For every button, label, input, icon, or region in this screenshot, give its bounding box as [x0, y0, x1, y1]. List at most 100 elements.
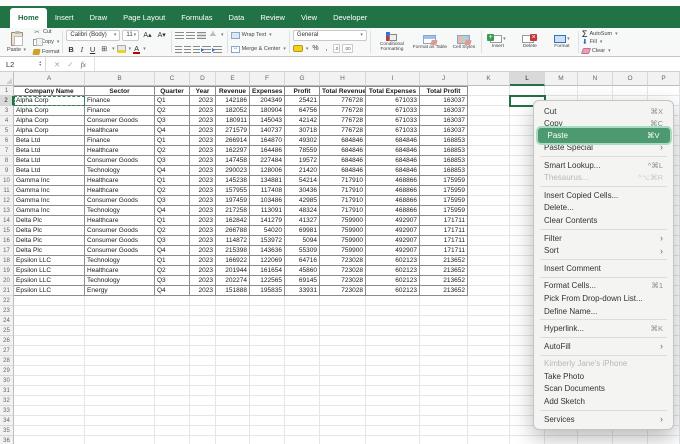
cell-C1[interactable]: Quarter [155, 86, 190, 96]
cell-J4[interactable]: 163037 [420, 116, 468, 126]
menu-item-format-cells[interactable]: Format Cells...⌘1 [534, 280, 673, 293]
cell-C6[interactable]: Q1 [155, 136, 190, 146]
cell-I23[interactable] [366, 306, 420, 316]
confirm-entry-icon[interactable]: ✓ [67, 60, 73, 69]
cell-H6[interactable]: 684846 [320, 136, 366, 146]
cell-F17[interactable]: 143636 [250, 246, 285, 256]
cell-N36[interactable] [578, 436, 613, 444]
cell-F35[interactable] [250, 426, 285, 436]
cell-F3[interactable]: 180904 [250, 106, 285, 116]
cell-I3[interactable]: 671033 [366, 106, 420, 116]
cell-K33[interactable] [468, 406, 510, 416]
cell-B16[interactable]: Consumer Goods [85, 236, 155, 246]
cell-D22[interactable] [190, 296, 216, 306]
cell-I14[interactable]: 492907 [366, 216, 420, 226]
menu-item-smart-lookup[interactable]: Smart Lookup...^⌘L [534, 159, 673, 172]
cell-H12[interactable]: 717910 [320, 196, 366, 206]
cell-A14[interactable]: Delta Plc [14, 216, 85, 226]
cell-A21[interactable]: Epsilon LLC [14, 286, 85, 296]
cell-G25[interactable] [285, 326, 320, 336]
tab-view[interactable]: View [293, 8, 325, 28]
cell-A13[interactable]: Gamma Inc [14, 206, 85, 216]
cell-K16[interactable] [468, 236, 510, 246]
increase-indent-button[interactable] [213, 46, 222, 53]
cell-C31[interactable] [155, 386, 190, 396]
cell-J30[interactable] [420, 376, 468, 386]
cell-J25[interactable] [420, 326, 468, 336]
tab-insert[interactable]: Insert [47, 8, 82, 28]
cell-J36[interactable] [420, 436, 468, 444]
column-header-A[interactable]: A [14, 72, 85, 86]
cell-F11[interactable]: 117408 [250, 186, 285, 196]
cell-K24[interactable] [468, 316, 510, 326]
menu-item-cut[interactable]: Cut⌘X [534, 105, 673, 118]
cell-I6[interactable]: 684846 [366, 136, 420, 146]
cell-C8[interactable]: Q3 [155, 156, 190, 166]
cell-H22[interactable] [320, 296, 366, 306]
cell-I12[interactable]: 468866 [366, 196, 420, 206]
cell-C33[interactable] [155, 406, 190, 416]
cell-I5[interactable]: 671033 [366, 126, 420, 136]
cell-B26[interactable] [85, 336, 155, 346]
cell-H25[interactable] [320, 326, 366, 336]
menu-item-hyperlink[interactable]: Hyperlink...⌘K [534, 322, 673, 335]
cell-F1[interactable]: Expenses [250, 86, 285, 96]
row-header-12[interactable]: 12 [0, 196, 14, 206]
cell-B24[interactable] [85, 316, 155, 326]
tab-home[interactable]: Home [10, 8, 47, 28]
cell-F20[interactable]: 122565 [250, 276, 285, 286]
cell-I31[interactable] [366, 386, 420, 396]
cell-A23[interactable] [14, 306, 85, 316]
cell-K32[interactable] [468, 396, 510, 406]
cell-H33[interactable] [320, 406, 366, 416]
cell-A3[interactable]: Alpha Corp [14, 106, 85, 116]
cell-G34[interactable] [285, 416, 320, 426]
cell-B14[interactable]: Healthcare [85, 216, 155, 226]
cell-C21[interactable]: Q4 [155, 286, 190, 296]
cell-K21[interactable] [468, 286, 510, 296]
menu-item-services[interactable]: Services› [534, 413, 673, 426]
cell-J11[interactable]: 175959 [420, 186, 468, 196]
cell-I21[interactable]: 602123 [366, 286, 420, 296]
cell-G33[interactable] [285, 406, 320, 416]
cell-D13[interactable]: 2023 [190, 206, 216, 216]
cell-G7[interactable]: 78559 [285, 146, 320, 156]
row-header-24[interactable]: 24 [0, 316, 14, 326]
cell-B6[interactable]: Finance [85, 136, 155, 146]
cell-A28[interactable] [14, 356, 85, 366]
cell-K23[interactable] [468, 306, 510, 316]
row-header-6[interactable]: 6 [0, 136, 14, 146]
cell-H3[interactable]: 776728 [320, 106, 366, 116]
cell-E30[interactable] [216, 376, 250, 386]
column-header-I[interactable]: I [366, 72, 420, 86]
cell-H19[interactable]: 723028 [320, 266, 366, 276]
cell-F26[interactable] [250, 336, 285, 346]
row-header-33[interactable]: 33 [0, 406, 14, 416]
cancel-entry-icon[interactable]: ✕ [54, 60, 60, 69]
cell-H7[interactable]: 684846 [320, 146, 366, 156]
cell-D3[interactable]: 2023 [190, 106, 216, 116]
tab-data[interactable]: Data [221, 8, 253, 28]
cell-J29[interactable] [420, 366, 468, 376]
cell-K12[interactable] [468, 196, 510, 206]
column-header-E[interactable]: E [216, 72, 250, 86]
select-all-corner[interactable] [0, 72, 14, 86]
cell-I27[interactable] [366, 346, 420, 356]
cell-F36[interactable] [250, 436, 285, 444]
menu-item-define-name[interactable]: Define Name... [534, 305, 673, 318]
tab-formulas[interactable]: Formulas [173, 8, 220, 28]
cell-J24[interactable] [420, 316, 468, 326]
cell-A1[interactable]: Company Name [14, 86, 85, 96]
cell-A7[interactable]: Beta Ltd [14, 146, 85, 156]
cell-G20[interactable]: 69145 [285, 276, 320, 286]
cell-K3[interactable] [468, 106, 510, 116]
row-header-16[interactable]: 16 [0, 236, 14, 246]
cell-A8[interactable]: Beta Ltd [14, 156, 85, 166]
cell-J35[interactable] [420, 426, 468, 436]
row-header-28[interactable]: 28 [0, 356, 14, 366]
row-header-32[interactable]: 32 [0, 396, 14, 406]
row-header-9[interactable]: 9 [0, 166, 14, 176]
cell-J20[interactable]: 213652 [420, 276, 468, 286]
name-box[interactable]: L2 ▲▼ [0, 57, 46, 71]
cell-G3[interactable]: 64756 [285, 106, 320, 116]
